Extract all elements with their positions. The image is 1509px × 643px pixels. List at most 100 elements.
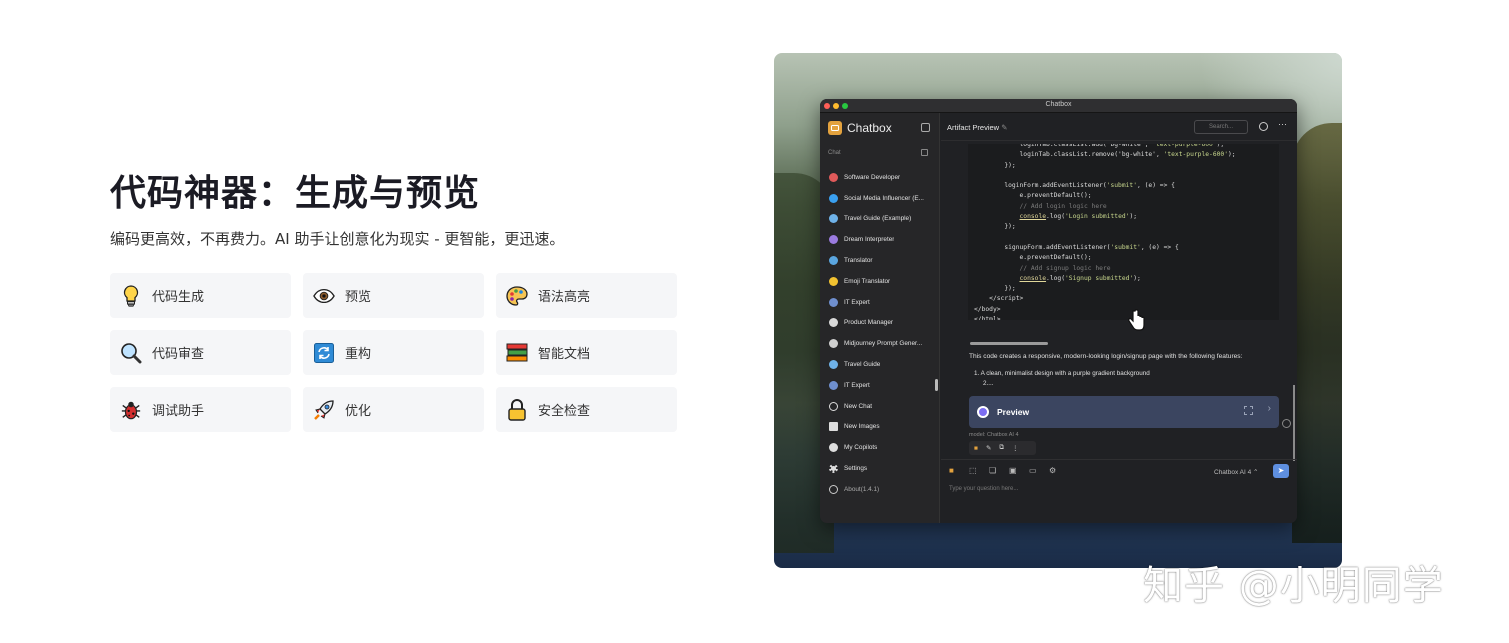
feature-label: 安全检查 [538,404,591,419]
chat-item[interactable]: Dream Interpreter [820,229,940,250]
crop-icon[interactable]: ⬚ [969,466,979,475]
chat-item-label: Travel Guide [844,361,881,369]
collapse-sidebar-icon[interactable] [921,123,930,132]
refresh-icon [313,342,335,364]
model-label: model: Chatbox AI 4 [969,432,1019,438]
feature-grid: 代码生成 预览 语法高亮 代码审查 重构 智能文档 调试助手 优化 安全检查 [110,273,678,432]
edit-icon[interactable]: ✎ [1001,123,1007,132]
copy-icon[interactable]: ⧉ [999,444,1004,452]
chat-item[interactable]: Translator [820,250,940,271]
chat-avatar-icon [829,276,838,286]
header-title: Artifact Preview ✎ [947,123,1008,132]
feature-code-review: 代码审查 [110,330,291,375]
scroll-down-icon[interactable] [1282,419,1291,428]
image-icon[interactable]: ▣ [1009,466,1019,475]
window-title: Chatbox [1045,101,1072,108]
clear-chats-icon[interactable] [921,149,928,156]
chat-item[interactable]: Emoji Translator [820,271,940,292]
chat-avatar-icon [829,256,838,266]
stop-icon[interactable]: ■ [974,445,978,452]
feature-label: 重构 [345,347,372,362]
search-input[interactable]: Search... [1194,120,1248,134]
feature-label: 代码审查 [152,347,205,362]
lock-icon [506,398,528,421]
more-icon[interactable]: ⋯ [1278,119,1287,130]
chat-item[interactable]: Travel Guide [820,354,940,375]
chat-item[interactable]: IT Expert [820,292,940,313]
main-panel: Artifact Preview ✎ Search... ⋯ loginTab.… [941,113,1297,523]
chat-item[interactable]: Product Manager [820,313,940,334]
chat-avatar-icon [829,360,838,370]
feature-security-check: 安全检查 [496,387,677,432]
artifact-preview-button[interactable]: Preview › [969,396,1279,428]
eye-icon [313,285,335,307]
chat-avatar-icon [829,193,838,203]
chat-bubbles-icon[interactable]: ❏ [989,466,999,475]
more-vertical-icon[interactable]: ⋮ [1012,444,1019,452]
palette-icon [506,285,528,307]
response-list-item: 2.... [983,380,994,387]
chat-item[interactable]: IT Expert [820,375,940,396]
feature-label: 优化 [345,404,372,419]
watermark: 知乎 @小明同学 [1143,563,1444,609]
chat-item[interactable]: Software Developer [820,167,940,188]
main-scrollbar[interactable] [1293,385,1295,461]
page: 代码神器：生成与预览 编码更高效，不再费力。AI 助手让创意化为现实 - 更智能… [0,0,1509,643]
books-icon [506,342,528,364]
chevron-right-icon[interactable]: › [1268,403,1271,414]
chat-avatar-icon [829,172,838,182]
copilot-icon[interactable]: ■ [949,466,959,475]
preview-icon [977,406,989,418]
sidebar: Chatbox Chat Software Developer Social M… [820,113,940,523]
nav-label: My Copilots [844,444,878,452]
nav-my-copilots[interactable]: My Copilots [820,437,940,458]
model-selector[interactable]: Chatbox AI 4 ⌃ [1214,468,1258,476]
chat-item[interactable]: Travel Guide (Example) [820,209,940,230]
chat-item-label: Midjourney Prompt Gener... [844,340,923,348]
hero-title: 代码神器：生成与预览 [110,173,481,214]
feature-optimize: 优化 [303,387,484,432]
settings-sliders-icon[interactable]: ⚙ [1049,466,1059,475]
chat-item-label: Dream Interpreter [844,236,895,244]
nav-settings[interactable]: Settings [820,458,940,479]
nav-label: New Chat [844,402,873,410]
nav-label: New Images [844,423,880,431]
history-icon[interactable] [1259,122,1268,131]
input-toolbar: ■ ⬚ ❏ ▣ ▭ ⚙ [949,466,1059,475]
copilot-icon [829,443,838,453]
chatbox-window: Chatbox Chatbox Chat Software Developer … [820,99,1297,523]
preview-label: Preview [997,407,1030,417]
chat-avatar-icon [829,297,838,307]
code-block: loginTab.classList.add('bg-white', 'text… [968,144,1279,320]
title-bar: Chatbox [820,99,1297,113]
chat-item-label: Software Developer [844,173,901,181]
response-description: This code creates a responsive, modern-l… [969,353,1243,360]
nav-new-chat[interactable]: New Chat [820,396,940,417]
feature-code-generation: 代码生成 [110,273,291,318]
feature-label: 智能文档 [538,347,591,362]
response-list-item: 1. A clean, minimalist design with a pur… [974,370,1150,377]
main-header: Artifact Preview ✎ Search... ⋯ [941,113,1297,141]
sidebar-scrollbar[interactable] [935,379,938,391]
brand-name: Chatbox [847,121,892,135]
chat-item-label: Social Media Influencer (E... [844,194,924,202]
feature-syntax-highlight: 语法高亮 [496,273,677,318]
nav-about[interactable]: About(1.4.1) [820,479,940,500]
gear-icon [829,464,838,474]
info-icon [829,484,838,494]
chat-item-label: Translator [844,257,873,265]
chat-item[interactable]: Social Media Influencer (E... [820,188,940,209]
expand-icon[interactable] [1244,406,1253,415]
nav-new-images[interactable]: New Images [820,417,940,438]
code-scrollbar[interactable] [970,342,1048,345]
question-input[interactable]: Type your question here... [949,486,1018,492]
chat-item[interactable]: Midjourney Prompt Gener... [820,333,940,354]
hand-cursor-icon [1127,309,1145,336]
rocket-icon [313,399,335,421]
image-icon [829,422,838,432]
nav-label: Settings [844,465,868,473]
chat-item-label: Travel Guide (Example) [844,215,912,223]
edit-icon[interactable]: ✎ [986,444,991,452]
send-button[interactable]: ➤ [1273,464,1289,478]
folder-icon[interactable]: ▭ [1029,466,1039,475]
